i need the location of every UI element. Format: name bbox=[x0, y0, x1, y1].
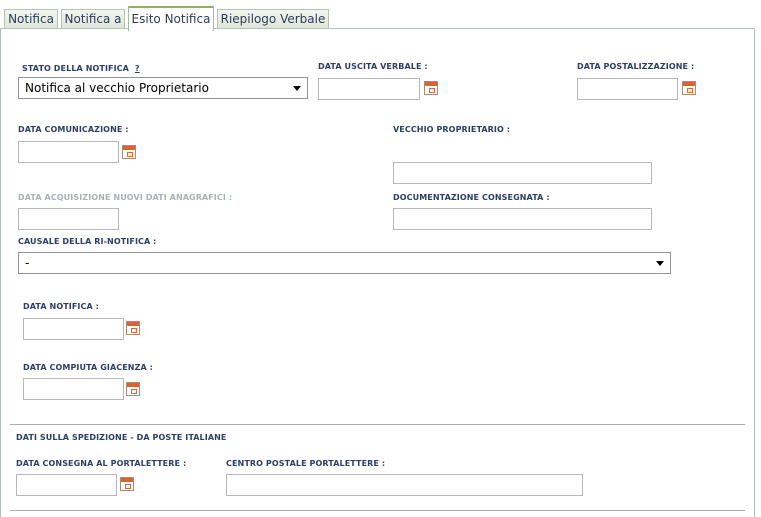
data-notifica-input[interactable] bbox=[23, 318, 124, 340]
data-uscita-verbale-input[interactable] bbox=[318, 78, 420, 100]
section-divider bbox=[10, 424, 745, 425]
data-consegna-portalettere-label: DATA CONSEGNA AL PORTALETTERE : bbox=[16, 459, 187, 468]
data-postalizzazione-input[interactable] bbox=[577, 78, 678, 100]
causale-rinotifica-label: CAUSALE DELLA RI-NOTIFICA : bbox=[18, 237, 157, 246]
vecchio-proprietario-label: VECCHIO PROPRIETARIO : bbox=[393, 125, 511, 134]
documentazione-consegnata-label: DOCUMENTAZIONE CONSEGNATA : bbox=[393, 193, 550, 202]
stato-notifica-value: Notifica al vecchio Proprietario bbox=[25, 81, 209, 95]
spedizione-section-title: DATI SULLA SPEDIZIONE - DA POSTE ITALIAN… bbox=[16, 433, 227, 442]
causale-rinotifica-select[interactable]: - bbox=[18, 252, 671, 274]
tab-esito-notifica[interactable]: Esito Notifica bbox=[128, 6, 214, 31]
tab-bar: Notifica Notifica a Esito Notifica Riepi… bbox=[0, 0, 761, 31]
data-comunicazione-input[interactable] bbox=[18, 141, 119, 163]
tab-notifica[interactable]: Notifica bbox=[4, 9, 58, 28]
causale-rinotifica-value: - bbox=[25, 256, 30, 270]
centro-postale-portalettere-label: CENTRO POSTALE PORTALETTERE : bbox=[226, 459, 386, 468]
calendar-icon[interactable] bbox=[126, 321, 140, 335]
data-uscita-verbale-label: DATA USCITA VERBALE : bbox=[318, 62, 428, 71]
calendar-icon[interactable] bbox=[682, 81, 696, 95]
vecchio-proprietario-input[interactable] bbox=[393, 162, 652, 184]
stato-notifica-label-text: STATO DELLA NOTIFICA bbox=[22, 64, 129, 73]
data-comunicazione-label: DATA COMUNICAZIONE : bbox=[18, 125, 129, 134]
data-postalizzazione-label: DATA POSTALIZZAZIONE : bbox=[577, 62, 695, 71]
tab-notifica-a[interactable]: Notifica a bbox=[61, 9, 125, 28]
calendar-icon[interactable] bbox=[126, 382, 140, 396]
data-compiuta-giacenza-input[interactable] bbox=[23, 378, 124, 400]
calendar-icon[interactable] bbox=[122, 145, 136, 159]
tab-riepilogo-verbale[interactable]: Riepilogo Verbale bbox=[217, 9, 329, 28]
bottom-divider bbox=[10, 510, 745, 511]
calendar-icon[interactable] bbox=[120, 477, 134, 491]
data-acquisizione-input bbox=[18, 208, 119, 230]
documentazione-consegnata-input[interactable] bbox=[393, 208, 652, 230]
calendar-icon[interactable] bbox=[424, 81, 438, 95]
data-notifica-label: DATA NOTIFICA : bbox=[23, 302, 99, 311]
centro-postale-portalettere-input[interactable] bbox=[226, 474, 583, 496]
data-acquisizione-label: DATA ACQUISIZIONE NUOVI DATI ANAGRAFICI … bbox=[18, 193, 233, 202]
chevron-down-icon bbox=[293, 86, 301, 91]
data-compiuta-giacenza-label: DATA COMPIUTA GIACENZA : bbox=[23, 363, 153, 372]
help-link[interactable]: ? bbox=[135, 64, 140, 73]
stato-notifica-select[interactable]: Notifica al vecchio Proprietario bbox=[18, 77, 308, 99]
stato-notifica-label: STATO DELLA NOTIFICA? bbox=[22, 64, 140, 73]
data-consegna-portalettere-input[interactable] bbox=[16, 474, 117, 496]
chevron-down-icon bbox=[656, 261, 664, 266]
